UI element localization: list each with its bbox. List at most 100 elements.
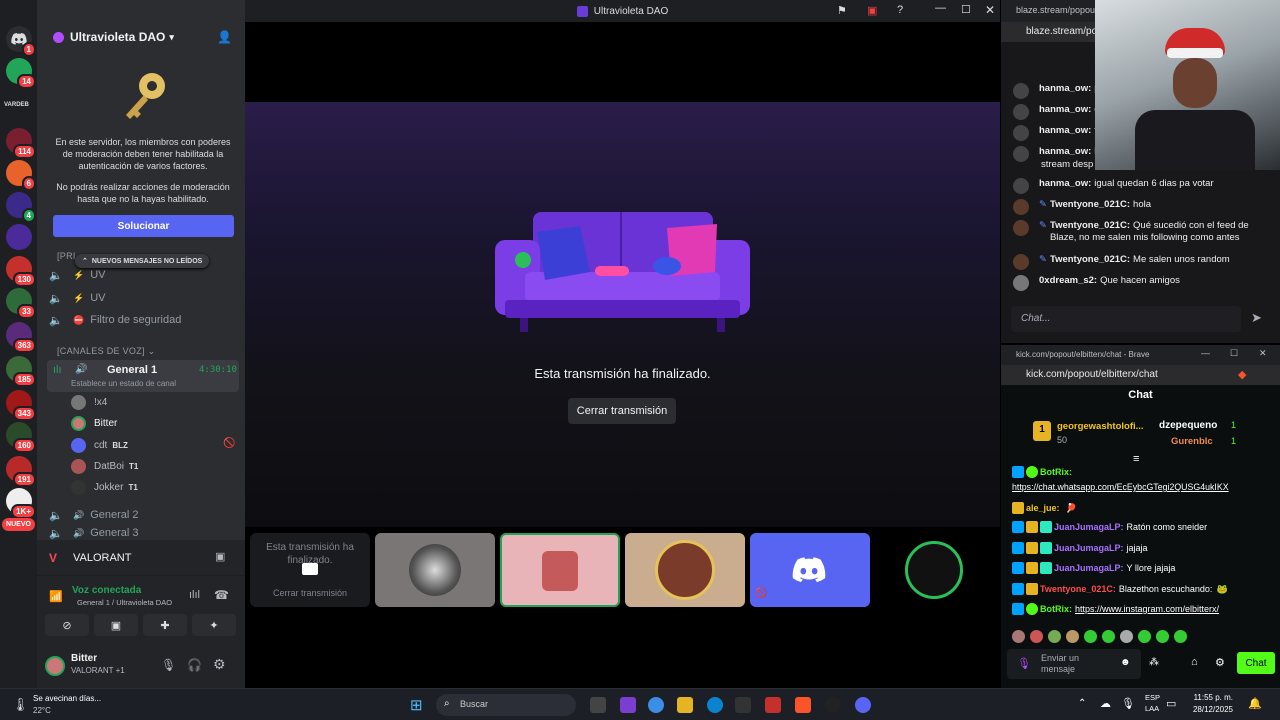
participant-tile[interactable] [875,533,995,607]
noise-suppression-icon[interactable]: ılıl [189,589,200,601]
voice-channel-path[interactable]: General 1 / Ultravioleta DAO [77,598,172,607]
obs-icon[interactable] [825,697,841,713]
active-voice-channel[interactable]: ılı 🔊 General 1 4:30:10 Establece un est… [47,360,239,392]
brave-shield-icon[interactable]: ◆ [1238,368,1246,381]
channel-general-2[interactable]: 🔈 🔊 General 2 [49,504,239,526]
leader-name[interactable]: Gurenblc [1171,436,1213,447]
flag-icon[interactable]: ⚑ [837,4,847,17]
voice-member[interactable]: cdt BLZ [71,435,128,455]
network-icon[interactable]: ▭ [1166,697,1176,710]
browser-title[interactable]: kick.com/popout/elbitterx/chat - Brave [1001,345,1280,365]
new-messages-pill[interactable]: NUEVO [2,518,35,531]
leader-name[interactable]: dzepequeno [1159,420,1217,431]
clock-date[interactable]: 28/12/2025 [1183,705,1233,714]
participant-tile[interactable]: 🚫 [750,533,870,607]
server-icon[interactable]: 160 [6,422,36,453]
channel-general-3[interactable]: 🔈 🔊 General 3 [49,526,239,540]
discord-icon[interactable] [855,697,871,713]
task-view-icon[interactable] [590,697,606,713]
mic-tray-icon[interactable]: 🎙 [1121,697,1135,710]
collapse-icon[interactable]: ≡ [1133,453,1139,465]
windows-start-icon[interactable]: ⊞ [410,696,423,714]
voice-member[interactable]: DatBoi T1 [71,456,138,476]
close-icon[interactable]: ✕ [1259,348,1267,359]
minimize-icon[interactable]: — [1201,348,1210,358]
server-icon[interactable]: 114 [6,128,36,159]
activity-row[interactable]: V VALORANT ▣ [37,540,245,576]
channel-uv-2[interactable]: 🔈 ⚡ UV [49,287,239,309]
edge-icon[interactable] [707,697,723,713]
brave-icon[interactable] [795,697,811,713]
app-icon[interactable] [620,697,636,713]
voice-member[interactable]: Bitter [71,413,117,433]
add-member-icon[interactable]: 👤 [217,30,232,44]
participant-tile-speaking[interactable] [500,533,620,607]
activities-icon[interactable]: ✚ [143,614,187,636]
server-icon[interactable]: 185 [6,356,36,387]
microphone-icon[interactable]: 🎙 [1017,657,1031,670]
tray-chevron-icon[interactable]: ⌃ [1078,698,1086,709]
discord-home-icon[interactable]: 1 [6,26,36,57]
tile-close-button[interactable]: Cerrar transmisión [250,588,370,598]
language-layout[interactable]: LAA [1145,704,1159,713]
screen-share-icon[interactable]: ▣ [215,550,225,563]
message-input[interactable]: 🎙 Enviar un mensaje ☻ [1007,649,1141,679]
notification-bell-icon[interactable]: 🔔 [1248,697,1262,710]
weather-icon[interactable]: 🌡 [12,697,29,713]
chat-link[interactable]: https://chat.whatsapp.com/EcEybcGTegi2QU… [1012,482,1229,492]
send-chat-button[interactable]: Chat [1237,652,1275,674]
chat-input[interactable]: Chat... [1011,306,1241,332]
stream-tile-ended[interactable]: Esta transmisión ha finalizado. Cerrar t… [250,533,370,607]
voice-category[interactable]: [CANALES DE VOZ] ⌄ [57,346,155,357]
server-icon[interactable]: 130 [6,256,36,287]
inbox-icon[interactable]: ▣ [867,4,877,17]
app-icon[interactable] [765,697,781,713]
server-icon[interactable]: 1K+ [6,488,36,519]
server-icon[interactable]: 4 [6,192,36,223]
category-label[interactable]: [PRI [57,251,76,261]
participant-tile[interactable] [375,533,495,607]
tray-app-icon[interactable]: ☁ [1100,697,1111,710]
close-icon[interactable]: ✕ [985,3,995,17]
close-stream-button[interactable]: Cerrar transmisión [568,398,676,424]
server-icon[interactable]: 6 [6,160,36,191]
disconnect-icon[interactable]: ☎ [214,588,229,602]
fix-button[interactable]: Solucionar [53,215,234,237]
settings-gear-icon[interactable]: ⚙ [213,656,226,673]
help-icon[interactable]: ? [897,4,903,16]
reward-icon[interactable]: ⁂ [1149,657,1159,668]
server-icon[interactable]: 14 [6,58,36,89]
server-icon[interactable] [6,224,32,250]
participant-tile[interactable] [625,533,745,607]
settings-gear-icon[interactable]: ⚙ [1215,656,1225,669]
server-icon[interactable]: 33 [6,288,36,319]
soundboard-icon[interactable]: ✦ [192,614,236,636]
camera-off-icon[interactable]: ⊘ [45,614,89,636]
send-icon[interactable]: ➤ [1251,310,1262,326]
voice-status[interactable]: Voz conectada [72,585,141,596]
leader-name[interactable]: georgewashtolofi... [1057,421,1144,432]
clock-time[interactable]: 11:55 p. m. [1183,693,1233,702]
server-header[interactable]: Ultravioleta DAO ▾ 👤 [37,22,245,52]
taskbar-search[interactable]: ⌕ Buscar [436,694,576,716]
voice-member[interactable]: Jokker T1 [71,477,138,497]
voice-member[interactable]: !x4 [71,392,107,412]
channel-uv-1[interactable]: 🔈 ⚡ UV [49,264,239,286]
avatar[interactable] [45,656,65,676]
app-icon[interactable] [735,697,751,713]
microphone-icon[interactable]: 🎙 [161,658,176,672]
user-name[interactable]: Bitter [71,653,97,664]
share-screen-icon[interactable]: ▣ [94,614,138,636]
server-icon[interactable]: 363 [6,322,36,353]
minimize-icon[interactable]: — [935,2,946,14]
channel-filtro[interactable]: 🔈 ⛔ Filtro de seguridad [49,309,239,331]
file-explorer-icon[interactable] [677,697,693,713]
emoji-icon[interactable]: ☻ [1120,657,1131,668]
maximize-icon[interactable]: ☐ [961,3,971,16]
language[interactable]: ESP [1145,693,1160,702]
copilot-icon[interactable] [648,697,664,713]
store-icon[interactable]: ⌂ [1191,656,1198,668]
headphones-icon[interactable]: 🎧 [187,658,202,672]
server-icon[interactable]: 343 [6,390,36,421]
maximize-icon[interactable]: ☐ [1230,348,1238,359]
